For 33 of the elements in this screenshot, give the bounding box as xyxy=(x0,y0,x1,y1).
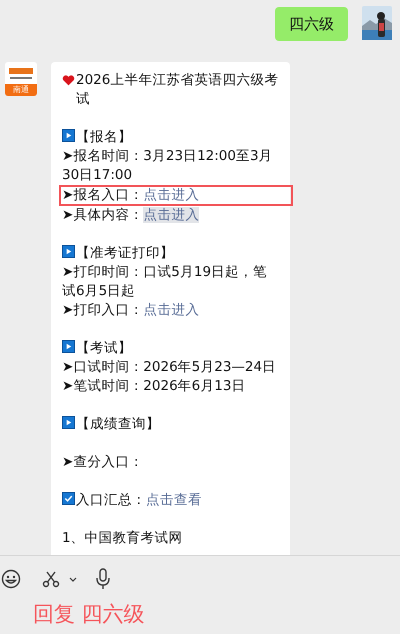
section-heading: 【成绩查询】 xyxy=(76,416,160,432)
message-text: ➤打印入口： xyxy=(62,302,144,318)
link[interactable]: 点击进入 xyxy=(143,187,200,203)
caret-icon[interactable] xyxy=(69,576,77,582)
account-badge: 南通 xyxy=(5,84,37,96)
play-icon xyxy=(62,245,75,258)
user-avatar[interactable] xyxy=(362,6,392,40)
message-text: ➤报名入口： xyxy=(62,187,144,203)
message-text: ➤笔试时间：2026年6月13日 xyxy=(62,378,246,394)
section-heading: 【准考证打印】 xyxy=(76,245,174,261)
sent-message: 四六级 xyxy=(275,7,348,41)
play-icon xyxy=(62,416,75,429)
play-icon xyxy=(62,340,75,353)
microphone-icon[interactable] xyxy=(95,568,111,590)
link[interactable]: 点击查看 xyxy=(146,492,202,508)
message-text: ➤具体内容： xyxy=(62,207,144,223)
emoji-icon[interactable] xyxy=(1,569,21,589)
message-text: 1、中国教育考试网 xyxy=(62,530,183,546)
message-text: ➤打印时间：口试5月19日起，笔试6月5日起 xyxy=(62,264,268,299)
message-text: ➤查分入口： xyxy=(62,454,144,470)
message-text: ➤报名时间：3月23日12:00至3月30日17:00 xyxy=(62,148,273,183)
checkbox-icon xyxy=(62,492,75,505)
link[interactable]: 点击进入 xyxy=(143,207,200,223)
heart-icon xyxy=(62,74,75,87)
section-heading: 【考试】 xyxy=(76,340,132,356)
message-text: ➤口试时间：2026年5月23—24日 xyxy=(62,359,276,375)
reply-hint: 回复 四六级 xyxy=(32,601,146,628)
message-title: 2026上半年江苏省英语四六级考试 xyxy=(76,71,280,109)
play-icon xyxy=(62,129,75,142)
scissors-icon[interactable] xyxy=(41,569,61,589)
link[interactable]: 点击进入 xyxy=(143,302,200,318)
message-text: 入口汇总： xyxy=(76,492,146,508)
section-heading: 【报名】 xyxy=(76,129,132,145)
